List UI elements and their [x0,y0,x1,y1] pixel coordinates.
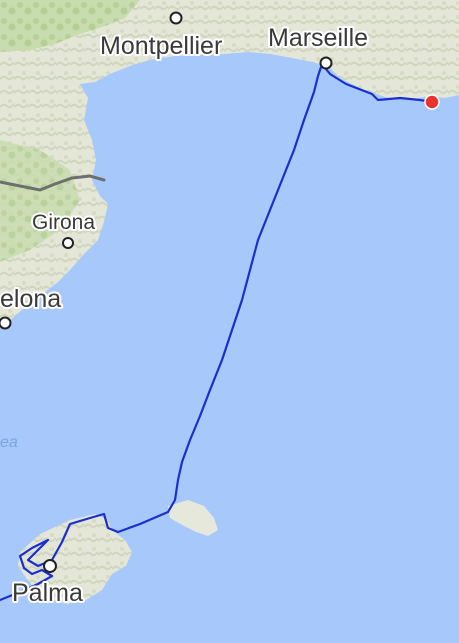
palma-dot[interactable] [43,559,57,573]
montpellier-dot[interactable] [169,11,183,25]
girona-dot[interactable] [62,237,74,249]
girona-label: Girona [32,211,95,234]
palma-label: Palma [12,579,83,607]
barcelona-dot[interactable] [0,316,12,330]
marseille-dot[interactable] [319,56,333,70]
current-position-marker[interactable] [424,94,440,110]
montpellier-label: Montpellier [100,32,222,60]
barcelona-label: elona [0,285,61,313]
marseille-label: Marseille [268,24,368,52]
sea-name-label: ea [0,434,18,451]
map-canvas[interactable]: Montpellier Marseille Girona elona Palma… [0,0,459,643]
